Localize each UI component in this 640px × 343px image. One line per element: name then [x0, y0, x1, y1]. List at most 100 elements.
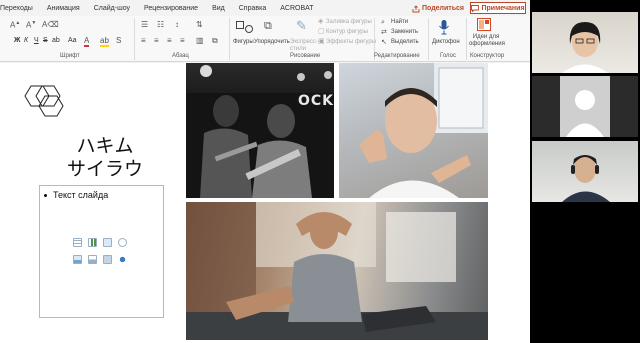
bullet-text: Текст слайда — [53, 190, 109, 200]
find-label[interactable]: Найти — [391, 19, 408, 25]
change-case-button[interactable]: Aa — [68, 37, 77, 44]
shape-outline-icon[interactable]: ▢ — [318, 28, 325, 35]
participant-video-3[interactable] — [532, 141, 638, 202]
insert-table-icon[interactable] — [73, 238, 82, 247]
replace-icon[interactable]: ⇄ — [381, 29, 387, 36]
arrange-label[interactable]: Упорядочить — [254, 39, 290, 45]
shapes-gallery-button[interactable] — [234, 19, 256, 37]
align-right-icon[interactable]: ≡ — [167, 37, 172, 45]
divider — [134, 18, 135, 60]
italic-button[interactable]: К — [24, 37, 28, 44]
tab-help[interactable]: Справка — [232, 5, 273, 12]
shadow-text-icon[interactable]: S — [116, 37, 121, 45]
rectangle-shape-icon — [236, 21, 244, 29]
design-ideas-label[interactable]: Идеи для оформления — [469, 34, 505, 48]
bullets-icon[interactable]: ☰ — [141, 21, 148, 29]
font-group-label: Шрифт — [60, 53, 80, 59]
tab-transitions[interactable]: Переходы — [0, 5, 40, 12]
search-icon[interactable]: ⌕ — [381, 19, 385, 26]
divider — [229, 18, 230, 60]
line-spacing-icon[interactable]: ↕ — [175, 21, 179, 29]
band-photo[interactable]: OCK — [186, 63, 334, 198]
fitness-photo-drawing — [186, 202, 488, 340]
select-icon[interactable]: ↖ — [381, 39, 387, 46]
align-center-icon[interactable]: ≡ — [154, 37, 159, 45]
tab-acrobat[interactable]: ACROBAT — [273, 5, 320, 12]
title-line-1: ハキム — [76, 135, 134, 157]
insert-smartart-icon[interactable] — [103, 238, 112, 247]
fitness-photo[interactable] — [186, 202, 488, 340]
clear-format-icon[interactable]: A⌫ — [42, 21, 59, 29]
insert-picture-icon[interactable] — [73, 255, 82, 264]
share-label: Поделиться — [422, 5, 465, 12]
arrange-icon[interactable]: ⧉ — [264, 21, 272, 32]
shape-effects-icon[interactable]: ▣ — [318, 38, 325, 45]
bullet-item: Текст слайда — [44, 190, 108, 200]
insert-video-icon[interactable] — [103, 255, 112, 264]
slide-canvas[interactable]: ハキム サイラウ Текст слайда OCK — [0, 63, 530, 343]
shape-outline-label[interactable]: Контур фигуры — [326, 29, 368, 35]
quick-styles-icon[interactable]: ✎ — [296, 19, 307, 32]
comments-button[interactable]: Примечания — [470, 2, 526, 14]
comment-icon — [471, 4, 480, 12]
selfie-photo[interactable] — [339, 63, 488, 198]
powerpoint-window: Переходы Анимация Слайд-шоу Рецензирован… — [0, 0, 530, 343]
microphone-icon[interactable] — [438, 19, 450, 35]
slide-title[interactable]: ハキム サイラウ — [60, 135, 150, 181]
participant-video-2-off[interactable] — [532, 76, 638, 137]
bullet-dot — [44, 194, 47, 198]
drawing-group-label: Рисование — [290, 53, 321, 59]
share-button[interactable]: Поделиться — [412, 3, 464, 14]
video-call-gallery — [530, 0, 640, 343]
selfie-photo-drawing — [359, 63, 488, 198]
person-silhouette-icon — [566, 90, 604, 137]
shape-effects-label[interactable]: Эффекты фигуры — [326, 39, 376, 45]
font-size-increase-icon[interactable]: A▲ — [10, 21, 20, 30]
tab-slideshow[interactable]: Слайд-шоу — [87, 5, 137, 12]
divider — [428, 18, 429, 60]
voice-group-label: Голос — [440, 53, 456, 59]
underline-button[interactable]: Ч — [34, 37, 39, 44]
band-photo-drawing — [186, 65, 334, 198]
paragraph-group-label: Абзац — [172, 53, 189, 59]
bold-button[interactable]: Ж — [14, 37, 20, 44]
font-size-decrease-icon[interactable]: A▼ — [26, 21, 36, 30]
dictate-label[interactable]: Диктофон — [432, 39, 460, 45]
tab-view[interactable]: Вид — [205, 5, 232, 12]
divider — [466, 18, 467, 60]
designer-icon[interactable] — [477, 18, 491, 31]
hexagon-icon — [24, 85, 64, 117]
smartart-icon[interactable]: ⧉ — [212, 37, 218, 45]
quick-styles-label[interactable]: Экспресс-стили — [290, 39, 318, 53]
justify-icon[interactable]: ≡ — [180, 37, 185, 45]
insert-icons-icon[interactable] — [118, 255, 127, 264]
tab-review[interactable]: Рецензирование — [137, 5, 205, 12]
circle-shape-icon — [245, 25, 253, 33]
insert-content-icons — [73, 238, 128, 264]
numbering-icon[interactable]: ☷ — [157, 21, 164, 29]
strikethrough-button[interactable]: S — [43, 37, 48, 44]
insert-chart-icon[interactable] — [88, 238, 97, 247]
tab-animation[interactable]: Анимация — [40, 5, 87, 12]
shape-fill-icon[interactable]: ◈ — [318, 18, 323, 25]
title-line-2: サイラウ — [66, 158, 143, 180]
content-placeholder[interactable]: Текст слайда — [39, 185, 164, 318]
shape-fill-label[interactable]: Заливка фигуры — [326, 19, 372, 25]
editing-group-label: Редактирование — [374, 53, 420, 59]
insert-stock-image-icon[interactable] — [88, 255, 97, 264]
align-left-icon[interactable]: ≡ — [141, 37, 146, 45]
participant-1-drawing — [562, 22, 608, 73]
comments-label: Примечания — [481, 4, 525, 12]
highlight-icon[interactable]: ab — [100, 37, 109, 47]
insert-3d-model-icon[interactable] — [118, 238, 127, 247]
text-direction-icon[interactable]: ⇅ — [196, 21, 203, 29]
columns-icon[interactable]: ▥ — [196, 37, 204, 45]
designer-group-label: Конструктор — [470, 53, 505, 59]
participant-video-1[interactable] — [532, 12, 638, 73]
replace-label[interactable]: Заменить — [391, 29, 418, 35]
shapes-label[interactable]: Фигуры — [233, 39, 254, 45]
font-color-icon[interactable]: A — [84, 37, 90, 47]
character-spacing-button[interactable]: ab — [52, 37, 60, 44]
select-label[interactable]: Выделить — [391, 39, 419, 45]
screen: Переходы Анимация Слайд-шоу Рецензирован… — [0, 0, 640, 343]
